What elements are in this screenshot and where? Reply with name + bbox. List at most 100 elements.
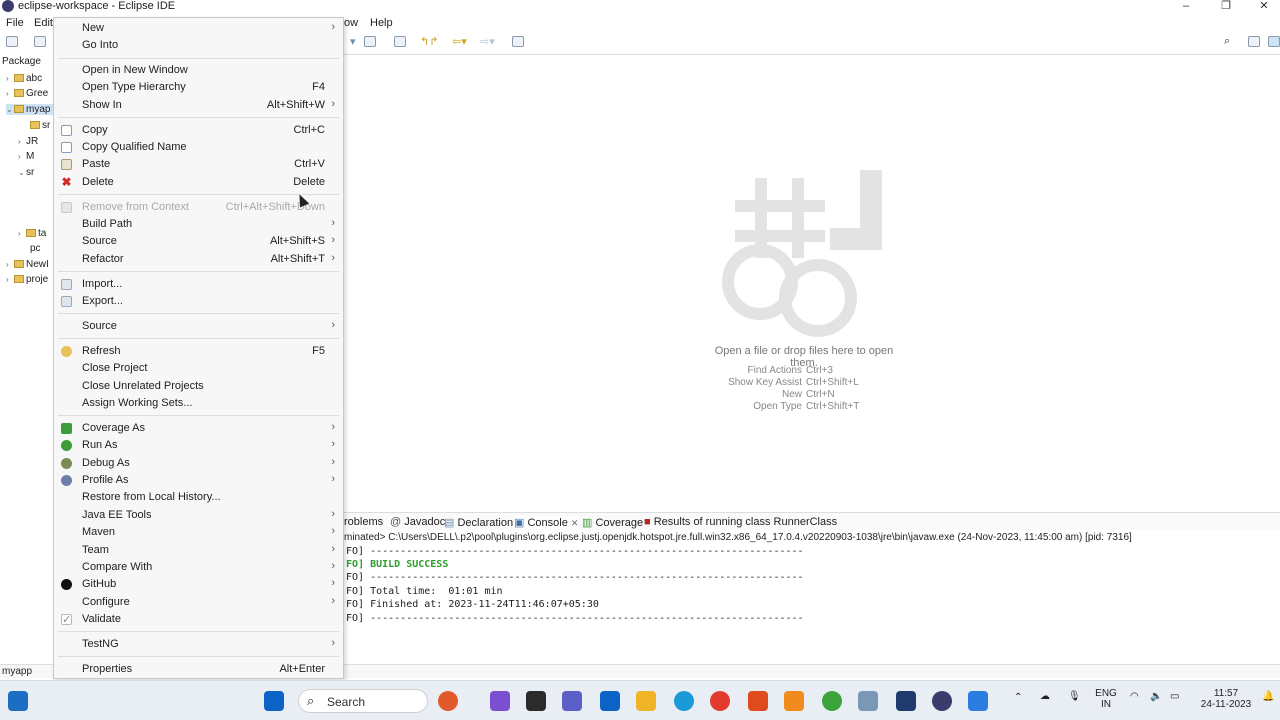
clock[interactable]: 11:57 24-11-2023: [1196, 688, 1256, 710]
java-perspective-icon[interactable]: [1268, 36, 1280, 47]
tab-testng-results[interactable]: ■ Results of running class RunnerClass: [644, 516, 837, 528]
menu-item-maven[interactable]: Maven ›: [54, 524, 343, 541]
menu-item-delete[interactable]: ✖ Delete Delete: [54, 174, 343, 191]
menu-item-source-2[interactable]: Source ›: [54, 318, 343, 335]
menu-item-import[interactable]: Import...: [54, 276, 343, 293]
menu-item-debug-as[interactable]: Debug As ›: [54, 455, 343, 472]
back-icon[interactable]: ⇦▾: [452, 35, 467, 48]
save-icon[interactable]: [34, 36, 46, 47]
tab-declaration[interactable]: ▤ Declaration: [444, 516, 513, 529]
cloud-icon[interactable]: ☁: [1040, 691, 1050, 702]
close-tab-icon[interactable]: ✕: [571, 518, 579, 528]
open-perspective-icon[interactable]: [1248, 36, 1260, 47]
chrome-icon[interactable]: [710, 691, 730, 711]
language-indicator[interactable]: ENG IN: [1094, 688, 1118, 710]
menu-file[interactable]: File: [6, 17, 24, 29]
dropdown-icon[interactable]: ▾: [350, 35, 356, 48]
menu-item-properties[interactable]: Properties Alt+Enter: [54, 661, 343, 678]
edge-icon[interactable]: [674, 691, 694, 711]
tab-coverage[interactable]: ▥ Coverage: [582, 516, 643, 529]
new-icon[interactable]: [6, 36, 18, 47]
menu-item-copy[interactable]: Copy Ctrl+C: [54, 122, 343, 139]
console-process-path: minated> C:\Users\DELL\.p2\pool\plugins\…: [344, 532, 1132, 543]
tree-item-proje[interactable]: › proje: [6, 274, 48, 285]
search-icon[interactable]: ⌕: [1224, 35, 1230, 48]
spring-tool-icon[interactable]: [822, 691, 842, 711]
office-icon[interactable]: [748, 691, 768, 711]
notification-bell-icon[interactable]: 🔔: [1262, 691, 1274, 702]
menu-item-testng[interactable]: TestNG ›: [54, 636, 343, 653]
wifi-icon[interactable]: ◠: [1130, 691, 1139, 702]
menu-item-go-into[interactable]: Go Into: [54, 37, 343, 54]
forward-icon[interactable]: ⇨▾: [480, 35, 495, 48]
menu-item-close-unrelated-projects[interactable]: Close Unrelated Projects: [54, 378, 343, 395]
settings-gear-icon[interactable]: [858, 691, 878, 711]
tree-item-maven[interactable]: › M: [18, 151, 34, 162]
menu-item-build-path[interactable]: Build Path ›: [54, 216, 343, 233]
tree-item-src[interactable]: sr: [30, 120, 50, 131]
menu-window[interactable]: ow: [344, 17, 358, 29]
menu-item-refresh[interactable]: Refresh F5: [54, 343, 343, 360]
tree-item-pom[interactable]: pc: [30, 243, 41, 254]
chevron-up-icon[interactable]: ⌃: [1014, 692, 1022, 703]
tab-problems[interactable]: roblems: [344, 516, 383, 528]
file-app-icon[interactable]: [526, 691, 546, 711]
tree-item-target[interactable]: › ta: [18, 228, 46, 239]
teams-icon[interactable]: [562, 691, 582, 711]
menu-item-configure[interactable]: Configure ›: [54, 594, 343, 611]
calculator-icon[interactable]: [968, 691, 988, 711]
menu-item-assign-working-sets[interactable]: Assign Working Sets...: [54, 395, 343, 412]
clock-app-icon[interactable]: [438, 691, 458, 711]
microphone-icon[interactable]: 🎙: [1068, 691, 1081, 702]
menu-help[interactable]: Help: [370, 17, 393, 29]
menu-item-open-new-window[interactable]: Open in New Window: [54, 62, 343, 79]
menu-item-run-as[interactable]: Run As ›: [54, 437, 343, 454]
tree-item-myapp[interactable]: ⌄ myap: [6, 104, 53, 115]
next-annotation-icon[interactable]: ↰↱: [420, 35, 438, 48]
close-window-button[interactable]: ✕: [1244, 0, 1280, 13]
search-toolbar-icon[interactable]: [364, 36, 376, 47]
menu-item-refactor[interactable]: Refactor Alt+Shift+T ›: [54, 251, 343, 268]
menu-item-restore-local-history[interactable]: Restore from Local History...: [54, 489, 343, 506]
widgets-icon[interactable]: [8, 691, 28, 711]
copilot-icon[interactable]: [490, 691, 510, 711]
pin-editor-icon[interactable]: [512, 36, 524, 47]
menu-item-compare-with[interactable]: Compare With ›: [54, 559, 343, 576]
menu-item-profile-as[interactable]: Profile As ›: [54, 472, 343, 489]
volume-icon[interactable]: 🔈: [1150, 691, 1162, 702]
tab-javadoc[interactable]: @ Javadoc: [390, 516, 445, 528]
tree-item-abc[interactable]: › abc: [6, 73, 42, 84]
file-explorer-icon[interactable]: [636, 691, 656, 711]
menu-item-export[interactable]: Export...: [54, 293, 343, 310]
menu-item-open-type-hierarchy[interactable]: Open Type Hierarchy F4: [54, 79, 343, 96]
menu-item-team[interactable]: Team ›: [54, 542, 343, 559]
tree-item-gree[interactable]: › Gree: [6, 88, 48, 99]
menu-item-new[interactable]: New ›: [54, 20, 343, 37]
menu-item-validate[interactable]: ✓ Validate: [54, 611, 343, 628]
start-icon[interactable]: [264, 691, 284, 711]
xampp-icon[interactable]: [784, 691, 804, 711]
battery-icon[interactable]: ▭: [1170, 691, 1179, 702]
tree-item-src-folder[interactable]: ⌄sr: [18, 167, 34, 178]
tree-item-jre[interactable]: › JR: [18, 136, 38, 147]
menu-edit[interactable]: Edit: [34, 17, 53, 29]
menu-item-source[interactable]: Source Alt+Shift+S ›: [54, 233, 343, 250]
menu-item-github[interactable]: GitHub ›: [54, 576, 343, 593]
terminal-app-icon[interactable]: [896, 691, 916, 711]
menu-item-copy-qualified-name[interactable]: Copy Qualified Name: [54, 139, 343, 156]
console-output[interactable]: FO] ------------------------------------…: [344, 545, 1280, 649]
tree-item-newi[interactable]: › NewI: [6, 259, 49, 270]
menu-item-show-in[interactable]: Show In Alt+Shift+W ›: [54, 97, 343, 114]
maximize-button[interactable]: ❐: [1206, 0, 1246, 13]
package-explorer-tab[interactable]: Package: [2, 56, 41, 67]
menu-item-coverage-as[interactable]: Coverage As ›: [54, 420, 343, 437]
minimize-button[interactable]: –: [1166, 0, 1206, 13]
annotation-icon[interactable]: [394, 36, 406, 47]
menu-item-paste[interactable]: Paste Ctrl+V: [54, 156, 343, 173]
eclipse-taskbar-icon[interactable]: [932, 691, 952, 711]
mail-icon[interactable]: [600, 691, 620, 711]
menu-item-java-ee-tools[interactable]: Java EE Tools ›: [54, 507, 343, 524]
taskbar-search[interactable]: ⌕ Search: [298, 689, 428, 713]
menu-item-close-project[interactable]: Close Project: [54, 360, 343, 377]
tab-console[interactable]: ▣ Console ✕: [514, 516, 579, 529]
